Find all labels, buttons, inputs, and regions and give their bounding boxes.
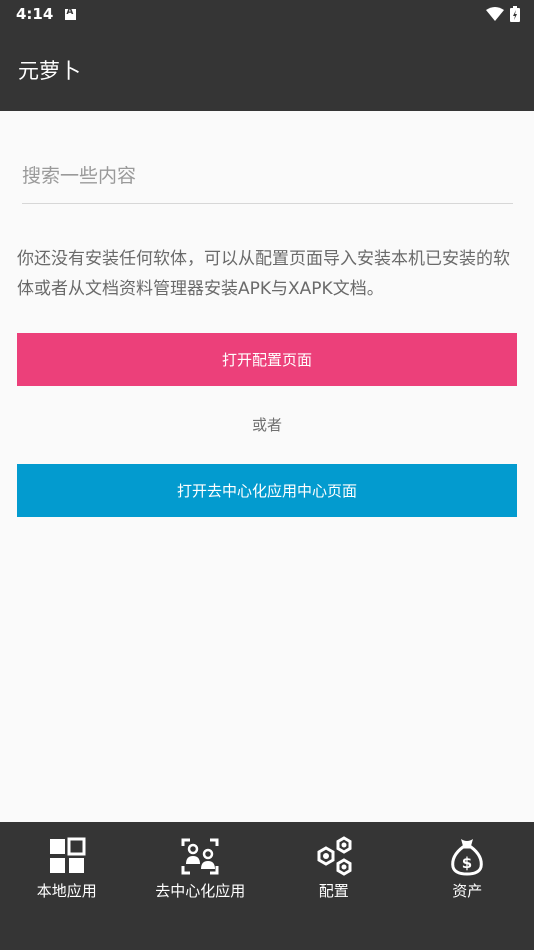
nav-label: 本地应用 xyxy=(36,882,97,900)
nav-item-config[interactable]: 配置 xyxy=(267,822,401,950)
empty-state-message: 你还没有安装任何软体，可以从配置页面导入安装本机已安装的软体或者从文档资料管理器… xyxy=(17,249,510,299)
nav-label: 去中心化应用 xyxy=(155,882,246,900)
notification-icon xyxy=(65,7,77,20)
nav-label: 配置 xyxy=(318,882,349,900)
nodes-icon xyxy=(181,838,219,875)
nav-item-local-apps[interactable]: 本地应用 xyxy=(0,822,134,950)
wifi-icon xyxy=(486,7,504,21)
open-dapp-center-button[interactable]: 打开去中心化应用中心页面 xyxy=(17,464,517,517)
nav-label: 资产 xyxy=(452,882,483,900)
or-separator: 或者 xyxy=(251,416,282,434)
status-bar: 4:14 xyxy=(0,0,534,28)
money-bag-icon: $ xyxy=(451,839,484,876)
grid-icon xyxy=(49,837,86,873)
nav-item-assets[interactable]: $ 资产 xyxy=(401,822,534,950)
search-input[interactable] xyxy=(22,148,513,203)
nav-item-dapps[interactable]: 去中心化应用 xyxy=(134,822,268,950)
svg-text:$: $ xyxy=(462,854,472,872)
open-config-button[interactable]: 打开配置页面 xyxy=(17,333,517,386)
battery-icon xyxy=(510,6,520,22)
app-title: 元萝卜 xyxy=(18,58,81,83)
search-field[interactable] xyxy=(22,148,513,204)
app-bar: 元萝卜 xyxy=(0,28,534,111)
status-time: 4:14 xyxy=(16,5,54,23)
hexagons-icon xyxy=(317,836,352,876)
bottom-nav: 本地应用 去中心化应用 配置 $ 资产 xyxy=(0,822,534,950)
